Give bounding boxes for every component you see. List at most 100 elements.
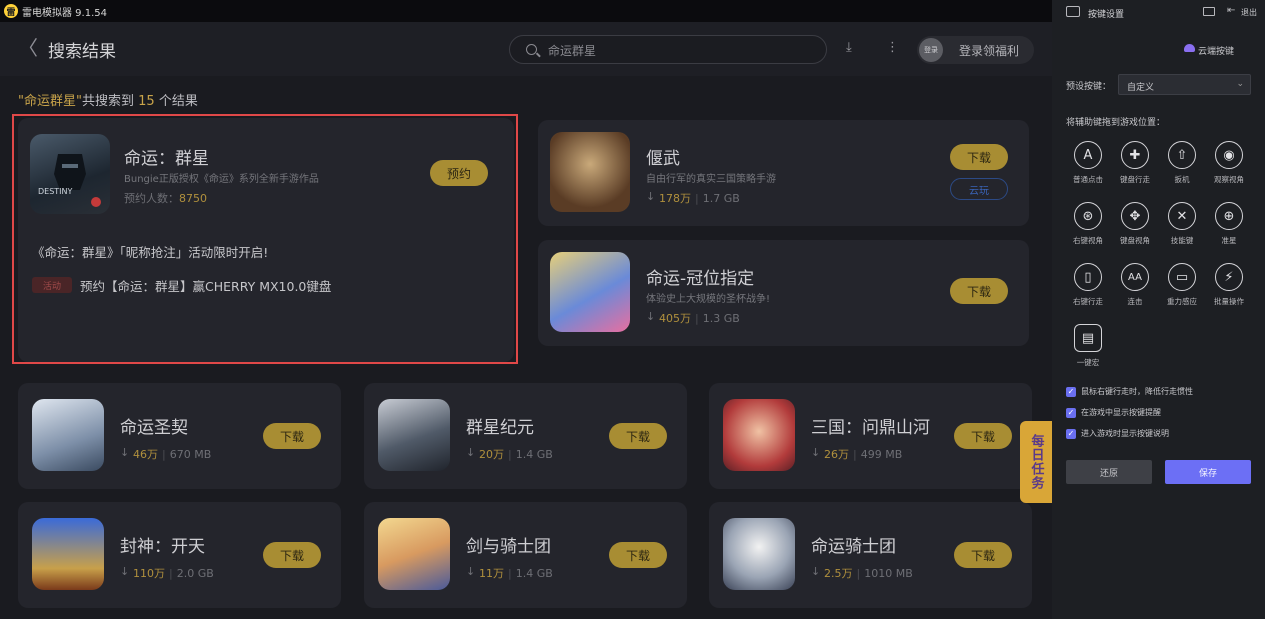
search-box[interactable] [509,35,827,64]
more-menu-icon[interactable]: ⋮ [886,40,899,55]
key-combo[interactable]: AA 连击 [1112,263,1158,307]
key-macro[interactable]: ▤ 一键宏 [1065,324,1111,368]
macro-icon: ▤ [1074,324,1102,352]
cloud-keys-button[interactable]: 云端按键 [1198,44,1234,57]
game-icon [723,518,795,590]
crosshair-icon: ⊕ [1215,202,1243,230]
game-card[interactable]: 命运骑士团 2.5万|1010 MB 下载 [709,502,1032,608]
selection-highlight [12,114,518,364]
option-show-key-hints[interactable]: ✓ 在游戏中显示按键提醒 [1066,407,1161,418]
chevron-down-icon: ⌄ [1236,79,1244,89]
dpad-icon: ✚ [1121,141,1149,169]
game-stats: 178万|1.7 GB [646,190,740,206]
game-title[interactable]: 剑与骑士团 [466,532,551,557]
lightning-icon: ⚡ [1215,263,1243,291]
game-card[interactable]: 偃武 自由行军的真实三国策略手游 178万|1.7 GB 下载 云玩 [538,120,1029,226]
key-trigger[interactable]: ⇧ 扳机 [1159,141,1205,185]
key-gravity-sensor[interactable]: ▭ 重力感应 [1159,263,1205,307]
download-button[interactable]: 下载 [263,542,321,568]
game-icon [550,132,630,212]
game-stats: 20万|1.4 GB [466,446,553,462]
app-logo-icon: 雷 [4,4,18,18]
letter-a-icon: A [1074,141,1102,169]
page-title: 搜索结果 [48,42,116,62]
key-observe-view[interactable]: ◉ 观察视角 [1206,141,1252,185]
game-card[interactable]: 三国：问鼎山河 26万|499 MB 下载 [709,383,1032,489]
login-button[interactable]: 登录 登录领福利 [917,36,1034,64]
cloud-play-button[interactable]: 云玩 [950,178,1008,200]
app-title: 雷电模拟器 9.1.54 [22,7,107,19]
key-keyboard-walk[interactable]: ✚ 键盘行走 [1112,141,1158,185]
bullet-icon: ⇧ [1168,141,1196,169]
game-stats: 2.5万|1010 MB [811,565,913,581]
game-title[interactable]: 偃武 [646,144,680,169]
game-icon [32,399,104,471]
checkbox-checked-icon[interactable]: ✓ [1066,407,1076,418]
crossed-swords-icon: ✕ [1168,202,1196,230]
header-bar: 〈 搜索结果 ⤓ ⋮ 登录 登录领福利 [0,22,1052,76]
game-card[interactable]: 封神：开天 110万|2.0 GB 下载 [18,502,341,608]
cloud-icon [1184,44,1195,52]
folder-icon[interactable] [1203,7,1215,16]
key-right-click-walk[interactable]: ▯ 右键行走 [1065,263,1111,307]
game-icon [723,399,795,471]
game-card[interactable]: 群星纪元 20万|1.4 GB 下载 [364,383,687,489]
option-show-key-guide[interactable]: ✓ 进入游戏时显示按键说明 [1066,428,1169,439]
view-rotate-icon: ⊛ [1074,202,1102,230]
game-title[interactable]: 三国：问鼎山河 [811,413,930,438]
search-input[interactable] [548,41,808,59]
game-card[interactable]: 命运圣契 46万|670 MB 下载 [18,383,341,489]
phone-tilt-icon: ▭ [1168,263,1196,291]
game-title[interactable]: 群星纪元 [466,413,534,438]
game-icon [378,518,450,590]
save-button[interactable]: 保存 [1165,460,1251,484]
key-normal-click[interactable]: A 普通点击 [1065,141,1111,185]
option-reduce-inertia[interactable]: ✓ 鼠标右键行走时，降低行走惯性 [1066,386,1193,397]
download-button[interactable]: 下载 [609,542,667,568]
reset-button[interactable]: 还原 [1066,460,1152,484]
checkbox-checked-icon[interactable]: ✓ [1066,428,1076,439]
download-button[interactable]: 下载 [950,144,1008,170]
daily-task-badge[interactable]: 每日任务 [1020,421,1052,503]
download-manager-icon[interactable]: ⤓ [846,40,852,55]
panel-title: 按键设置 [1088,10,1125,20]
title-bar: 雷 雷电模拟器 9.1.54 [0,0,1052,22]
exit-icon[interactable]: ⇤ [1227,5,1235,16]
checkbox-checked-icon[interactable]: ✓ [1066,386,1076,397]
download-button[interactable]: 下载 [263,423,321,449]
game-icon [32,518,104,590]
game-title[interactable]: 命运-冠位指定 [646,264,754,289]
game-title[interactable]: 命运圣契 [120,413,188,438]
game-description: 体验史上大规模的圣杯战争! [646,294,771,305]
game-description: 自由行军的真实三国策略手游 [646,174,776,185]
emulator-window: 雷 雷电模拟器 9.1.54 〈 搜索结果 ⤓ ⋮ 登录 登录领福利 "命运群星… [0,0,1265,619]
download-button[interactable]: 下载 [950,278,1008,304]
exit-button[interactable]: 退出 [1241,7,1257,18]
game-stats: 26万|499 MB [811,446,902,462]
game-title[interactable]: 封神：开天 [120,532,205,557]
back-icon[interactable]: 〈 [18,38,38,58]
main-content: 〈 搜索结果 ⤓ ⋮ 登录 登录领福利 "命运群星"共搜索到 15 个结果 [0,22,1052,619]
download-button[interactable]: 下载 [954,423,1012,449]
drag-hint: 将辅助键拖到游戏位置： [1066,118,1166,128]
preset-label: 预设按键： [1066,82,1112,92]
keyboard-icon [1066,6,1080,17]
avatar: 登录 [919,38,943,62]
download-button[interactable]: 下载 [954,542,1012,568]
key-crosshair[interactable]: ⊕ 准星 [1206,202,1252,246]
game-title[interactable]: 命运骑士团 [811,532,896,557]
game-card[interactable]: 命运-冠位指定 体验史上大规模的圣杯战争! 405万|1.3 GB 下载 [538,240,1029,346]
key-batch-operation[interactable]: ⚡ 批量操作 [1206,263,1252,307]
game-icon [550,252,630,332]
key-settings-panel: 按键设置 ⇤ 退出 云端按键 预设按键： 自定义 ⌄ 将辅助键拖到游戏位置： A… [1052,0,1265,619]
key-right-click-view[interactable]: ⊛ 右键视角 [1065,202,1111,246]
key-skill[interactable]: ✕ 技能键 [1159,202,1205,246]
search-icon [526,44,537,55]
game-card[interactable]: 剑与骑士团 11万|1.4 GB 下载 [364,502,687,608]
preset-select[interactable]: 自定义 ⌄ [1118,74,1251,95]
game-stats: 11万|1.4 GB [466,565,553,581]
key-keyboard-view[interactable]: ✥ 键盘视角 [1112,202,1158,246]
login-label: 登录领福利 [959,44,1020,58]
download-button[interactable]: 下载 [609,423,667,449]
keyboard-view-icon: ✥ [1121,202,1149,230]
